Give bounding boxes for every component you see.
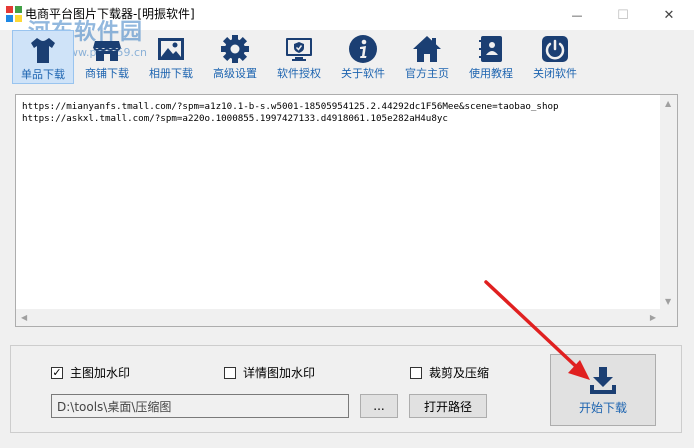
toolbar-item-official-homepage[interactable]: 官方主页 [396, 30, 458, 84]
toolbar-item-store-download[interactable]: 商铺下载 [76, 30, 138, 84]
url-line: https://mianyanfs.tmall.com/?spm=a1z10.1… [22, 101, 559, 112]
checkbox-checked-icon: ✓ [51, 365, 63, 379]
checkbox-label: 详情图加水印 [243, 366, 316, 380]
main-watermark-checkbox[interactable]: ✓ 主图加水印 [51, 364, 130, 381]
checkbox-unchecked-icon [224, 366, 236, 379]
gear-icon [221, 35, 249, 63]
scroll-left-icon[interactable]: ◀ [21, 313, 27, 322]
checkbox-unchecked-icon [410, 366, 422, 379]
shirt-icon [31, 38, 55, 63]
scroll-down-icon[interactable]: ▼ [665, 297, 671, 306]
minimize-button[interactable]: — [554, 0, 600, 30]
store-icon [93, 41, 121, 61]
toolbar-label: 使用教程 [469, 67, 513, 80]
toolbar-item-software-license[interactable]: 软件授权 [268, 30, 330, 84]
detail-watermark-checkbox[interactable]: 详情图加水印 [224, 364, 315, 381]
toolbar-label: 关闭软件 [533, 67, 577, 80]
app-logo-icon [6, 6, 22, 22]
maximize-button[interactable]: ☐ [600, 0, 646, 30]
scroll-up-icon[interactable]: ▲ [665, 99, 671, 108]
start-download-label: 开始下载 [578, 401, 627, 415]
monitor-shield-icon [286, 38, 312, 61]
toolbar-label: 官方主页 [405, 67, 449, 80]
toolbar-item-tutorial[interactable]: 使用教程 [460, 30, 522, 84]
toolbar-label: 软件授权 [277, 67, 321, 80]
toolbar: 单品下载 商铺下载 相册下载 高级设置 软件授权 关于软件 官方主页 使用教程 … [0, 30, 694, 86]
toolbar-label: 单品下载 [21, 68, 65, 81]
photo-album-icon [158, 38, 184, 60]
output-path-input[interactable]: D:\tools\桌面\压缩图 [51, 394, 349, 418]
crop-compress-checkbox[interactable]: 裁剪及压缩 [410, 364, 489, 381]
home-icon [413, 36, 441, 62]
checkbox-label: 主图加水印 [70, 366, 131, 380]
power-icon [542, 36, 568, 62]
toolbar-item-close-software[interactable]: 关闭软件 [524, 30, 586, 84]
open-path-button[interactable]: 打开路径 [409, 394, 487, 418]
info-icon [349, 35, 377, 63]
toolbar-item-advanced-settings[interactable]: 高级设置 [204, 30, 266, 84]
toolbar-label: 商铺下载 [85, 67, 129, 80]
toolbar-label: 高级设置 [213, 67, 257, 80]
scroll-right-icon[interactable]: ▶ [650, 313, 656, 322]
toolbar-label: 关于软件 [341, 67, 385, 80]
vertical-scrollbar[interactable]: ▲ ▼ [660, 95, 677, 326]
close-button[interactable]: ✕ [646, 0, 692, 30]
toolbar-label: 相册下载 [149, 67, 193, 80]
toolbar-item-single-download[interactable]: 单品下载 [12, 30, 74, 84]
toolbar-item-album-download[interactable]: 相册下载 [140, 30, 202, 84]
annotation-arrow-icon [484, 280, 590, 380]
browse-button[interactable]: ... [360, 394, 398, 418]
address-book-icon [479, 36, 502, 62]
toolbar-item-about[interactable]: 关于软件 [332, 30, 394, 84]
url-line: https://askxl.tmall.com/?spm=a220o.10008… [22, 113, 448, 124]
